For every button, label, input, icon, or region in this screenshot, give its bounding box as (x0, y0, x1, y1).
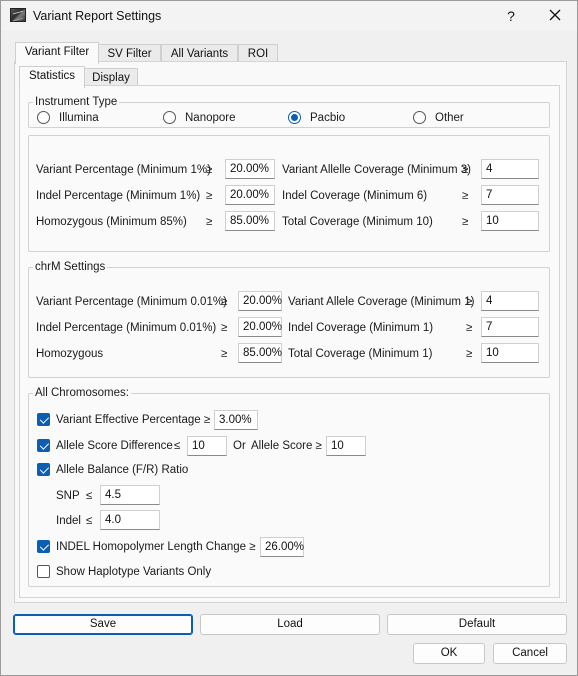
window-title: Variant Report Settings (33, 9, 162, 23)
snp-ratio-input[interactable]: 4.5 (100, 485, 160, 505)
or-label: Or (233, 440, 246, 452)
help-button[interactable]: ? (499, 4, 523, 28)
ge-symbol: ≥ (466, 322, 473, 334)
allele-balance-checkbox[interactable]: Allele Balance (F/R) Ratio (37, 463, 188, 476)
variant-allele-coverage-input[interactable]: 4 (481, 159, 539, 179)
chrm-total-coverage-input[interactable]: 10 (481, 343, 539, 363)
chrm-total-coverage-label: Total Coverage (Minimum 1) (288, 348, 433, 360)
chrm-settings-title: chrM Settings (33, 261, 108, 274)
checkbox-checked-icon (37, 413, 50, 426)
indel-coverage-input[interactable]: 7 (481, 185, 539, 205)
ge-symbol: ≥ (206, 190, 213, 202)
le-symbol: ≤ (174, 440, 181, 452)
chrm-variant-percentage-input[interactable]: 20.00% (238, 291, 282, 311)
variant-percentage-input[interactable]: 20.00% (225, 159, 275, 179)
ok-button[interactable]: OK (413, 643, 485, 664)
effective-percentage-input[interactable]: 3.00% (214, 410, 258, 430)
haplotype-checkbox[interactable]: Show Haplotype Variants Only (37, 565, 211, 578)
checkbox-checked-icon (37, 540, 50, 553)
ge-symbol: ≥ (221, 348, 228, 360)
app-icon (10, 8, 26, 22)
ge-symbol: ≥ (206, 164, 213, 176)
total-coverage-label: Total Coverage (Minimum 10) (282, 216, 433, 228)
le-symbol: ≤ (86, 490, 93, 502)
indel-ratio-input[interactable]: 4.0 (100, 510, 160, 530)
chrm-homozygous-label: Homozygous (36, 348, 104, 360)
effective-percentage-checkbox[interactable]: Variant Effective Percentage ≥ (37, 413, 210, 426)
homozygous-label: Homozygous (Minimum 85%) (36, 216, 187, 228)
checkbox-checked-icon (37, 439, 50, 452)
save-button[interactable]: Save (13, 614, 193, 635)
chrm-indel-percentage-label: Indel Percentage (Minimum 0.01%) (36, 322, 217, 334)
default-button[interactable]: Default (387, 614, 567, 635)
homopolymer-checkbox[interactable]: INDEL Homopolymer Length Change ≥ (37, 540, 256, 553)
chrm-indel-coverage-label: Indel Coverage (Minimum 1) (288, 322, 434, 334)
radio-label: Pacbio (310, 111, 346, 124)
load-button[interactable]: Load (200, 614, 380, 635)
radio-label: Illumina (59, 111, 99, 124)
le-symbol: ≤ (86, 515, 93, 527)
allele-score-difference-checkbox[interactable]: Allele Score Difference (37, 439, 173, 452)
close-icon (549, 9, 561, 21)
homopolymer-label: INDEL Homopolymer Length Change ≥ (56, 540, 256, 553)
instrument-type-title: Instrument Type (33, 96, 120, 109)
indel-percentage-input[interactable]: 20.00% (225, 185, 275, 205)
ge-symbol: ≥ (462, 216, 469, 228)
chrm-variant-percentage-label: Variant Percentage (Minimum 0.01%) (36, 296, 227, 308)
radio-label: Other (435, 111, 464, 124)
close-button[interactable] (542, 4, 568, 28)
chrm-homozygous-input[interactable]: 85.00% (238, 343, 282, 363)
all-chromosomes-title: All Chromosomes: (33, 387, 131, 400)
snp-label: SNP (56, 490, 80, 502)
variant-allele-coverage-label: Variant Allelle Coverage (Minimum 3) (282, 164, 471, 176)
radio-nanopore[interactable]: Nanopore (163, 111, 236, 124)
radio-circle (413, 111, 426, 124)
checkbox-checked-icon (37, 463, 50, 476)
allele-score-label: Allele Score ≥ (251, 440, 322, 452)
allele-balance-label: Allele Balance (F/R) Ratio (56, 463, 189, 476)
title-bar: Variant Report Settings ? (1, 1, 577, 31)
total-coverage-input[interactable]: 10 (481, 211, 539, 231)
chrm-indel-coverage-input[interactable]: 7 (481, 317, 539, 337)
chrm-variant-allele-coverage-input[interactable]: 4 (481, 291, 539, 311)
tab-statistics[interactable]: Statistics (19, 66, 85, 88)
chrm-indel-percentage-input[interactable]: 20.00% (238, 317, 282, 337)
ge-symbol: ≥ (466, 296, 473, 308)
effective-percentage-label: Variant Effective Percentage ≥ (56, 413, 211, 426)
ge-symbol: ≥ (466, 348, 473, 360)
radio-pacbio[interactable]: Pacbio (288, 111, 345, 124)
radio-illumina[interactable]: Illumina (37, 111, 99, 124)
tab-variant-filter[interactable]: Variant Filter (15, 42, 99, 64)
homozygous-input[interactable]: 85.00% (225, 211, 275, 231)
cancel-button[interactable]: Cancel (493, 643, 567, 664)
ge-symbol: ≥ (462, 164, 469, 176)
dialog-window: Variant Report Settings ? Variant Filter… (0, 0, 578, 676)
ge-symbol: ≥ (206, 216, 213, 228)
variant-percentage-label: Variant Percentage (Minimum 1%) (36, 164, 211, 176)
radio-circle (163, 111, 176, 124)
radio-circle-selected (288, 111, 301, 124)
radio-other[interactable]: Other (413, 111, 464, 124)
radio-label: Nanopore (185, 111, 236, 124)
indel-label: Indel (56, 515, 81, 527)
homopolymer-input[interactable]: 26.00% (260, 537, 304, 557)
indel-percentage-label: Indel Percentage (Minimum 1%) (36, 190, 201, 202)
ge-symbol: ≥ (221, 322, 228, 334)
allele-score-difference-input[interactable]: 10 (187, 436, 227, 456)
haplotype-label: Show Haplotype Variants Only (56, 565, 212, 578)
ge-symbol: ≥ (221, 296, 228, 308)
indel-coverage-label: Indel Coverage (Minimum 6) (282, 190, 428, 202)
allele-score-input[interactable]: 10 (326, 436, 366, 456)
ge-symbol: ≥ (462, 190, 469, 202)
radio-circle (37, 111, 50, 124)
chrm-variant-allele-coverage-label: Variant Allele Coverage (Minimum 1) (288, 296, 475, 308)
checkbox-unchecked-icon (37, 565, 50, 578)
allele-score-difference-label: Allele Score Difference (56, 439, 173, 452)
